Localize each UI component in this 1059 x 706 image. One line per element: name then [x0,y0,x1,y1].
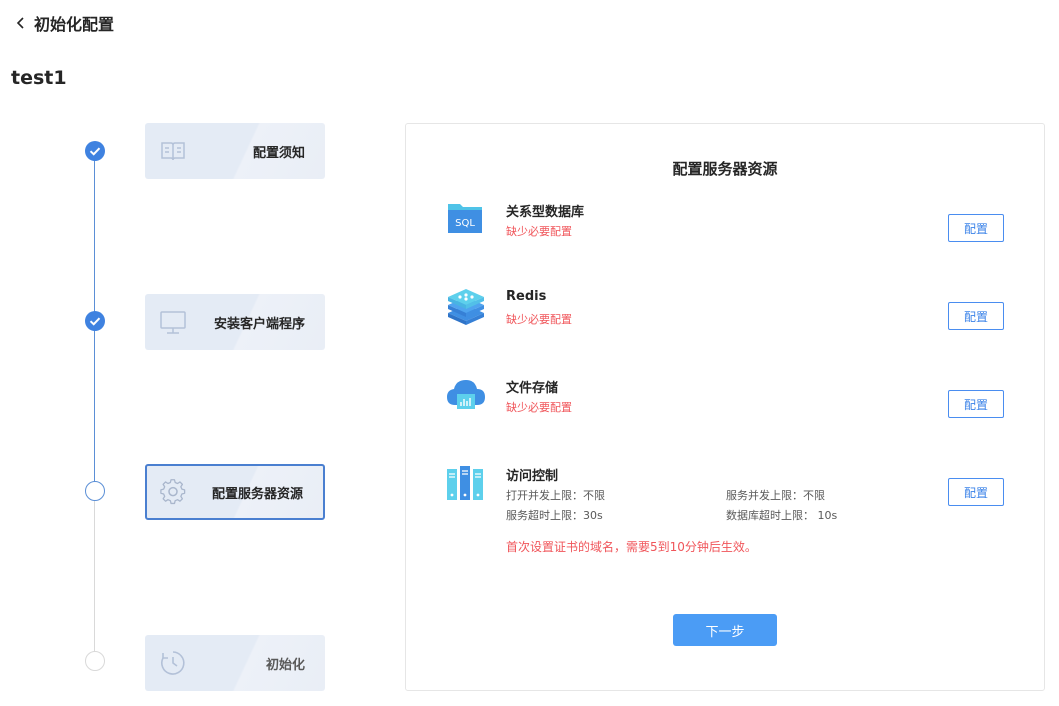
service-concurrency-limit: 服务并发上限：不限 [726,489,825,502]
step-card-initialize[interactable]: 初始化 [145,635,325,691]
configure-access-control-button[interactable]: 配置 [948,478,1004,506]
init-config-page: 初始化配置 test1 配置须知 安装客户端程序 配置服务器资源 初始化 配置服… [0,0,1059,706]
step-card-notice[interactable]: 配置须知 [145,123,325,179]
service-timeout-limit: 服务超时上限：30s [506,509,603,522]
step-node-current [85,481,105,501]
configure-file-storage-button[interactable]: 配置 [948,390,1004,418]
step-card-install-client[interactable]: 安装客户端程序 [145,294,325,350]
configure-relational-db-button[interactable]: 配置 [948,214,1004,242]
step-node-pending [85,651,105,671]
step-label: 安装客户端程序 [213,316,305,332]
server-resources-panel: 配置服务器资源 SQL 关系型数据库 缺少必要配置 配置 Redis 缺少必要配… [405,123,1045,691]
resource-redis: Redis 缺少必要配置 配置 [446,289,1004,330]
step-label: 配置服务器资源 [211,486,303,502]
redis-stack-icon [448,289,484,325]
panel-title: 配置服务器资源 [672,160,778,178]
clock-icon [161,651,185,675]
step-label: 配置须知 [252,145,305,161]
server-rack-icon [447,466,483,500]
next-step-button[interactable]: 下一步 [673,614,777,646]
svg-text:SQL: SQL [455,218,475,229]
resource-relational-db: SQL 关系型数据库 缺少必要配置 配置 [446,201,1004,242]
chevron-left-icon [16,17,24,29]
check-icon [89,147,101,156]
step-label: 初始化 [265,657,305,673]
open-concurrency-limit: 打开并发上限：不限 [506,489,605,502]
gear-icon [160,479,186,505]
resource-status: 缺少必要配置 [506,401,572,414]
resource-name: 访问控制 [506,469,559,484]
resource-access-control: 访问控制 打开并发上限：不限 服务并发上限：不限 服务超时上限：30s 数据库超… [446,465,1004,525]
resource-name: 关系型数据库 [506,205,585,220]
monitor-icon [160,311,186,334]
cloud-storage-icon [447,380,485,409]
step-node-done [85,141,105,161]
resource-file-storage: 文件存储 缺少必要配置 配置 [446,377,1004,418]
certificate-warning: 首次设置证书的域名，需要5到10分钟后生效。 [506,540,757,554]
configure-redis-button[interactable]: 配置 [948,302,1004,330]
check-icon [89,317,101,326]
timeline-line-pending [94,500,95,660]
back-button[interactable]: 初始化配置 [14,11,114,35]
app-name: test1 [11,67,67,89]
step-node-done [85,311,105,331]
resource-name: 文件存储 [506,381,559,396]
sql-folder-icon: SQL [448,204,482,233]
resource-status: 缺少必要配置 [506,313,572,326]
resource-name: Redis [506,289,547,304]
page-title: 初始化配置 [34,15,115,34]
step-card-server-resources[interactable]: 配置服务器资源 [145,464,325,520]
resource-status: 缺少必要配置 [506,225,572,238]
book-icon [161,142,185,161]
db-timeout-limit: 数据库超时上限： 10s [726,509,838,522]
